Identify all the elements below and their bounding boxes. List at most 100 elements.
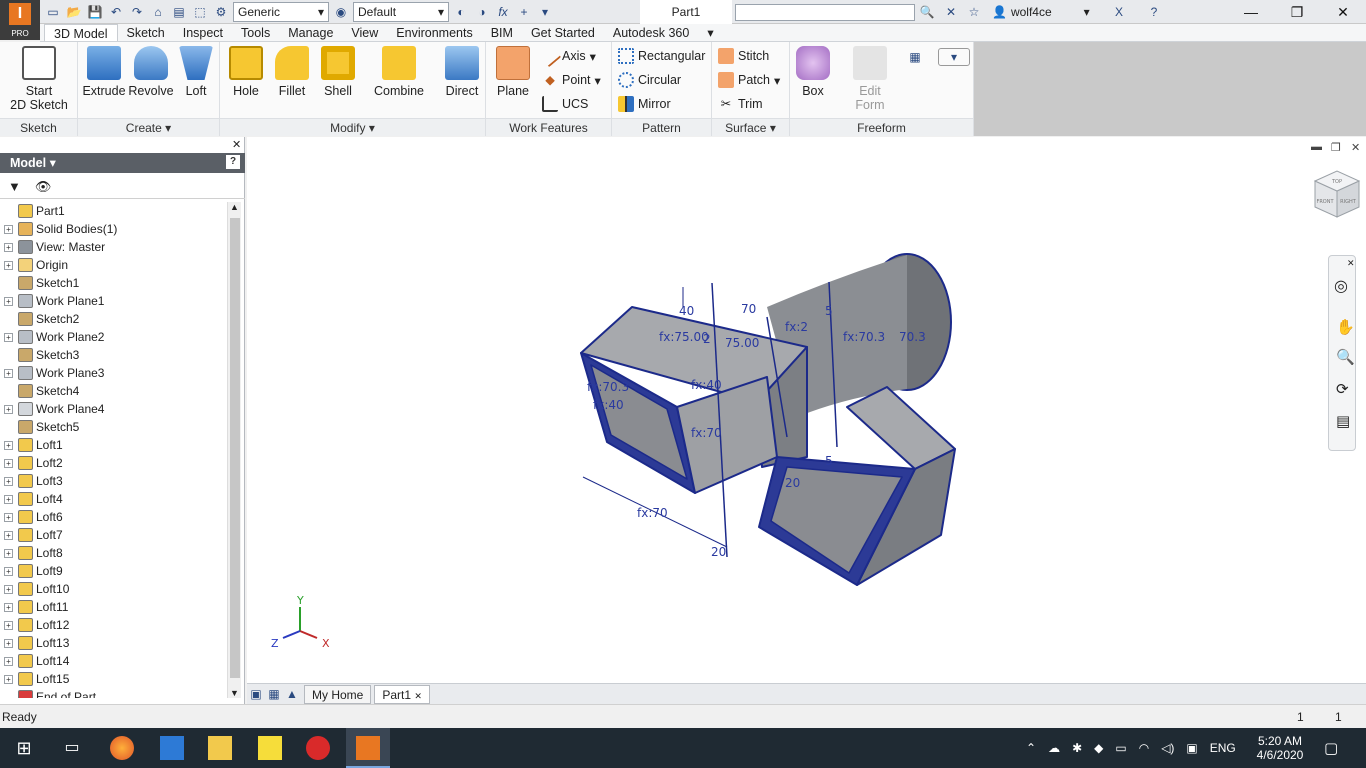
dimension-label[interactable]: 5: [825, 304, 833, 318]
expand-icon[interactable]: +: [4, 602, 13, 612]
tree-node[interactable]: + Solid Bodies(1): [4, 220, 226, 238]
tree-node[interactable]: Sketch2: [4, 310, 226, 328]
create-group-label[interactable]: Create ▾: [78, 118, 219, 136]
dimension-label[interactable]: fx:70.3: [843, 330, 885, 344]
dimension-label[interactable]: fx:2: [785, 320, 808, 334]
expand-icon[interactable]: +: [4, 584, 13, 594]
part-model[interactable]: [580, 253, 956, 586]
fx-icon[interactable]: fx: [494, 3, 512, 21]
fillet-button[interactable]: Fillet: [272, 46, 312, 98]
dropbox-icon[interactable]: ◆: [1094, 741, 1103, 755]
orbit-icon[interactable]: ⟳: [1336, 380, 1349, 398]
sticky-notes-icon[interactable]: [258, 736, 282, 760]
plane-button[interactable]: Plane: [492, 46, 534, 98]
expand-icon[interactable]: +: [4, 494, 13, 504]
chevron-up-icon[interactable]: ⌃: [1026, 741, 1036, 755]
revolve-button[interactable]: Revolve: [128, 46, 174, 98]
appearance-dropdown[interactable]: Default ▾: [353, 2, 449, 22]
communication-icon[interactable]: ✕: [942, 3, 960, 21]
tab-get-started[interactable]: Get Started: [522, 24, 604, 41]
dimension-label[interactable]: 75.00: [725, 336, 759, 350]
look-at-icon[interactable]: ▤: [1336, 412, 1350, 430]
expand-icon[interactable]: +: [4, 674, 13, 684]
close-button[interactable]: ✕: [1320, 0, 1366, 24]
expand-icon[interactable]: +: [4, 404, 13, 414]
tab-sketch[interactable]: Sketch: [118, 24, 174, 41]
dimension-label[interactable]: fx:40: [593, 398, 624, 412]
tab-inspect[interactable]: Inspect: [174, 24, 232, 41]
material-dropdown[interactable]: Generic ▾: [233, 2, 329, 22]
tab-view[interactable]: View: [342, 24, 387, 41]
loft-button[interactable]: Loft: [176, 46, 216, 98]
expand-icon[interactable]: +: [4, 224, 13, 234]
clear-icon[interactable]: ◑: [473, 3, 491, 21]
favorites-icon[interactable]: ☆: [965, 3, 983, 21]
view-cube[interactable]: TOP FRONT RIGHT: [1313, 170, 1361, 218]
tree-node[interactable]: Sketch3: [4, 346, 226, 364]
open-icon[interactable]: 📂: [65, 3, 83, 21]
save-icon[interactable]: 💾: [86, 3, 104, 21]
tree-node[interactable]: + Loft1: [4, 436, 226, 454]
dimension-label[interactable]: 70: [741, 302, 756, 316]
pdf-tray-icon[interactable]: ▣: [1186, 741, 1197, 755]
battery-icon[interactable]: ▭: [1115, 741, 1126, 755]
steering-wheel-icon[interactable]: ◎: [1334, 276, 1348, 296]
scrollbar-thumb[interactable]: [230, 218, 240, 678]
chevron-down-icon[interactable]: ▾: [698, 24, 722, 41]
tree-node[interactable]: + Loft10: [4, 580, 226, 598]
wps-pdf-icon[interactable]: [306, 736, 330, 760]
chevron-down-icon[interactable]: ▾: [536, 3, 554, 21]
help-icon[interactable]: ?: [1145, 3, 1163, 21]
expand-icon[interactable]: +: [4, 242, 13, 252]
adjust-icon[interactable]: ◐: [452, 3, 470, 21]
tree-node[interactable]: + Work Plane4: [4, 400, 226, 418]
tree-node[interactable]: Part1: [4, 202, 226, 220]
undo-icon[interactable]: ↶: [107, 3, 125, 21]
dimension-label[interactable]: fx:40: [691, 378, 722, 392]
chevron-up-icon[interactable]: ▲: [283, 685, 301, 703]
firefox-icon[interactable]: [110, 736, 134, 760]
shell-button[interactable]: Shell: [318, 46, 358, 98]
mail-icon[interactable]: [160, 736, 184, 760]
close-icon[interactable]: ✕: [232, 138, 241, 151]
expand-icon[interactable]: +: [4, 548, 13, 558]
dimension-label[interactable]: 20: [711, 545, 726, 559]
tab-3d-model[interactable]: 3D Model: [44, 24, 118, 41]
tree-node[interactable]: + Loft4: [4, 490, 226, 508]
tree-node[interactable]: Sketch4: [4, 382, 226, 400]
expand-icon[interactable]: +: [4, 296, 13, 306]
expand-icon[interactable]: +: [4, 332, 13, 342]
patch-button[interactable]: Patch ▾: [718, 70, 780, 90]
tab-my-home[interactable]: My Home: [304, 684, 372, 704]
hole-button[interactable]: Hole: [226, 46, 266, 98]
surface-group-label[interactable]: Surface ▾: [712, 118, 789, 136]
expand-icon[interactable]: +: [4, 620, 13, 630]
edit-form-button[interactable]: Edit Form: [850, 46, 890, 112]
file-explorer-icon[interactable]: [208, 736, 232, 760]
tree-node[interactable]: + Loft8: [4, 544, 226, 562]
scroll-down-icon[interactable]: ▼: [230, 688, 239, 698]
dimension-label[interactable]: fx:70: [691, 426, 722, 440]
tree-node[interactable]: Sketch1: [4, 274, 226, 292]
windows-start-icon[interactable]: ⊞: [12, 736, 36, 760]
rectangular-pattern-button[interactable]: Rectangular: [618, 46, 705, 66]
dimension-label[interactable]: 2: [703, 332, 711, 346]
close-icon[interactable]: ✕: [414, 691, 422, 701]
wifi-icon[interactable]: ◠: [1139, 741, 1149, 755]
expand-icon[interactable]: +: [4, 638, 13, 648]
help-icon[interactable]: ?: [226, 155, 240, 169]
tab-manage[interactable]: Manage: [279, 24, 342, 41]
language-indicator[interactable]: ENG: [1210, 741, 1236, 755]
dimension-label[interactable]: fx:70.3: [587, 380, 629, 394]
tab-autodesk-360[interactable]: Autodesk 360: [604, 24, 698, 41]
filter-icon[interactable]: ▼: [8, 179, 21, 194]
tree-node[interactable]: + Loft15: [4, 670, 226, 688]
user-account-menu[interactable]: 👤 wolf4ce ▾: [992, 2, 1090, 22]
start-2d-sketch-button[interactable]: Start 2D Sketch: [8, 46, 70, 112]
tree-node[interactable]: + Work Plane3: [4, 364, 226, 382]
tab-bim[interactable]: BIM: [482, 24, 522, 41]
tree-node[interactable]: + Loft7: [4, 526, 226, 544]
tree-node[interactable]: + Loft13: [4, 634, 226, 652]
expand-icon[interactable]: +: [4, 458, 13, 468]
volume-icon[interactable]: ◁): [1161, 741, 1174, 755]
